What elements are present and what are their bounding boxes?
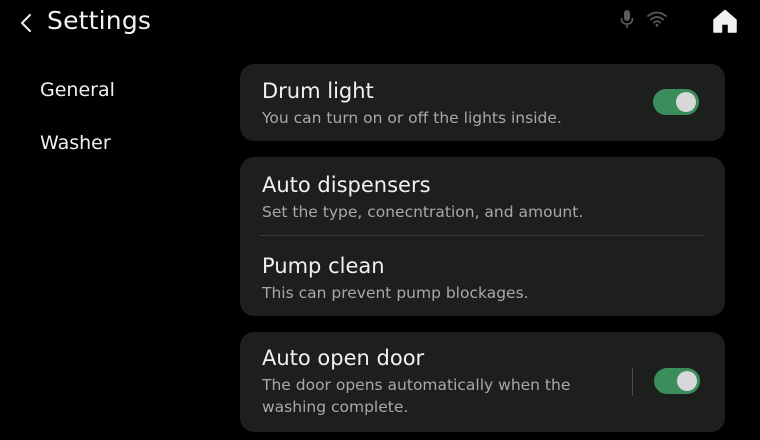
auto-dispensers-row[interactable]: Auto dispensers Set the type, conecntrat…: [262, 171, 703, 223]
auto-open-door-toggle[interactable]: [654, 368, 700, 394]
wifi-icon: [646, 8, 668, 30]
pump-clean-row[interactable]: Pump clean This can prevent pump blockag…: [262, 252, 703, 304]
auto-open-door-subtitle-line2: washing complete.: [262, 398, 409, 416]
sidebar-item-general[interactable]: General: [40, 77, 115, 103]
toggle-knob: [677, 371, 697, 391]
drum-light-subtitle: You can turn on or off the lights inside…: [262, 109, 562, 127]
divider: [260, 235, 705, 236]
back-button[interactable]: [12, 8, 40, 38]
microphone-icon: [618, 8, 636, 30]
pump-clean-subtitle: This can prevent pump blockages.: [262, 284, 529, 302]
chevron-left-icon: [20, 13, 32, 33]
home-button[interactable]: [708, 6, 742, 36]
pump-clean-title: Pump clean: [262, 254, 385, 278]
page-title: Settings: [47, 6, 152, 35]
drum-light-row[interactable]: Drum light You can turn on or off the li…: [262, 77, 703, 129]
auto-open-door-title: Auto open door: [262, 346, 425, 370]
vertical-divider: [632, 368, 633, 396]
auto-open-door-card: Auto open door The door opens automatica…: [240, 332, 725, 432]
auto-dispensers-subtitle: Set the type, conecntration, and amount.: [262, 203, 584, 221]
settings-screen: Settings General Washer Drum light You c…: [0, 0, 760, 440]
home-icon: [713, 9, 737, 33]
dispensers-pump-card: Auto dispensers Set the type, conecntrat…: [240, 157, 725, 316]
auto-dispensers-title: Auto dispensers: [262, 173, 431, 197]
sidebar-item-washer[interactable]: Washer: [40, 130, 111, 156]
drum-light-toggle[interactable]: [653, 89, 699, 115]
auto-open-door-row[interactable]: Auto open door The door opens automatica…: [262, 344, 615, 418]
auto-open-door-subtitle-line1: The door opens automatically when the: [262, 376, 571, 394]
drum-light-title: Drum light: [262, 79, 374, 103]
toggle-knob: [676, 92, 696, 112]
drum-light-card: Drum light You can turn on or off the li…: [240, 64, 725, 141]
